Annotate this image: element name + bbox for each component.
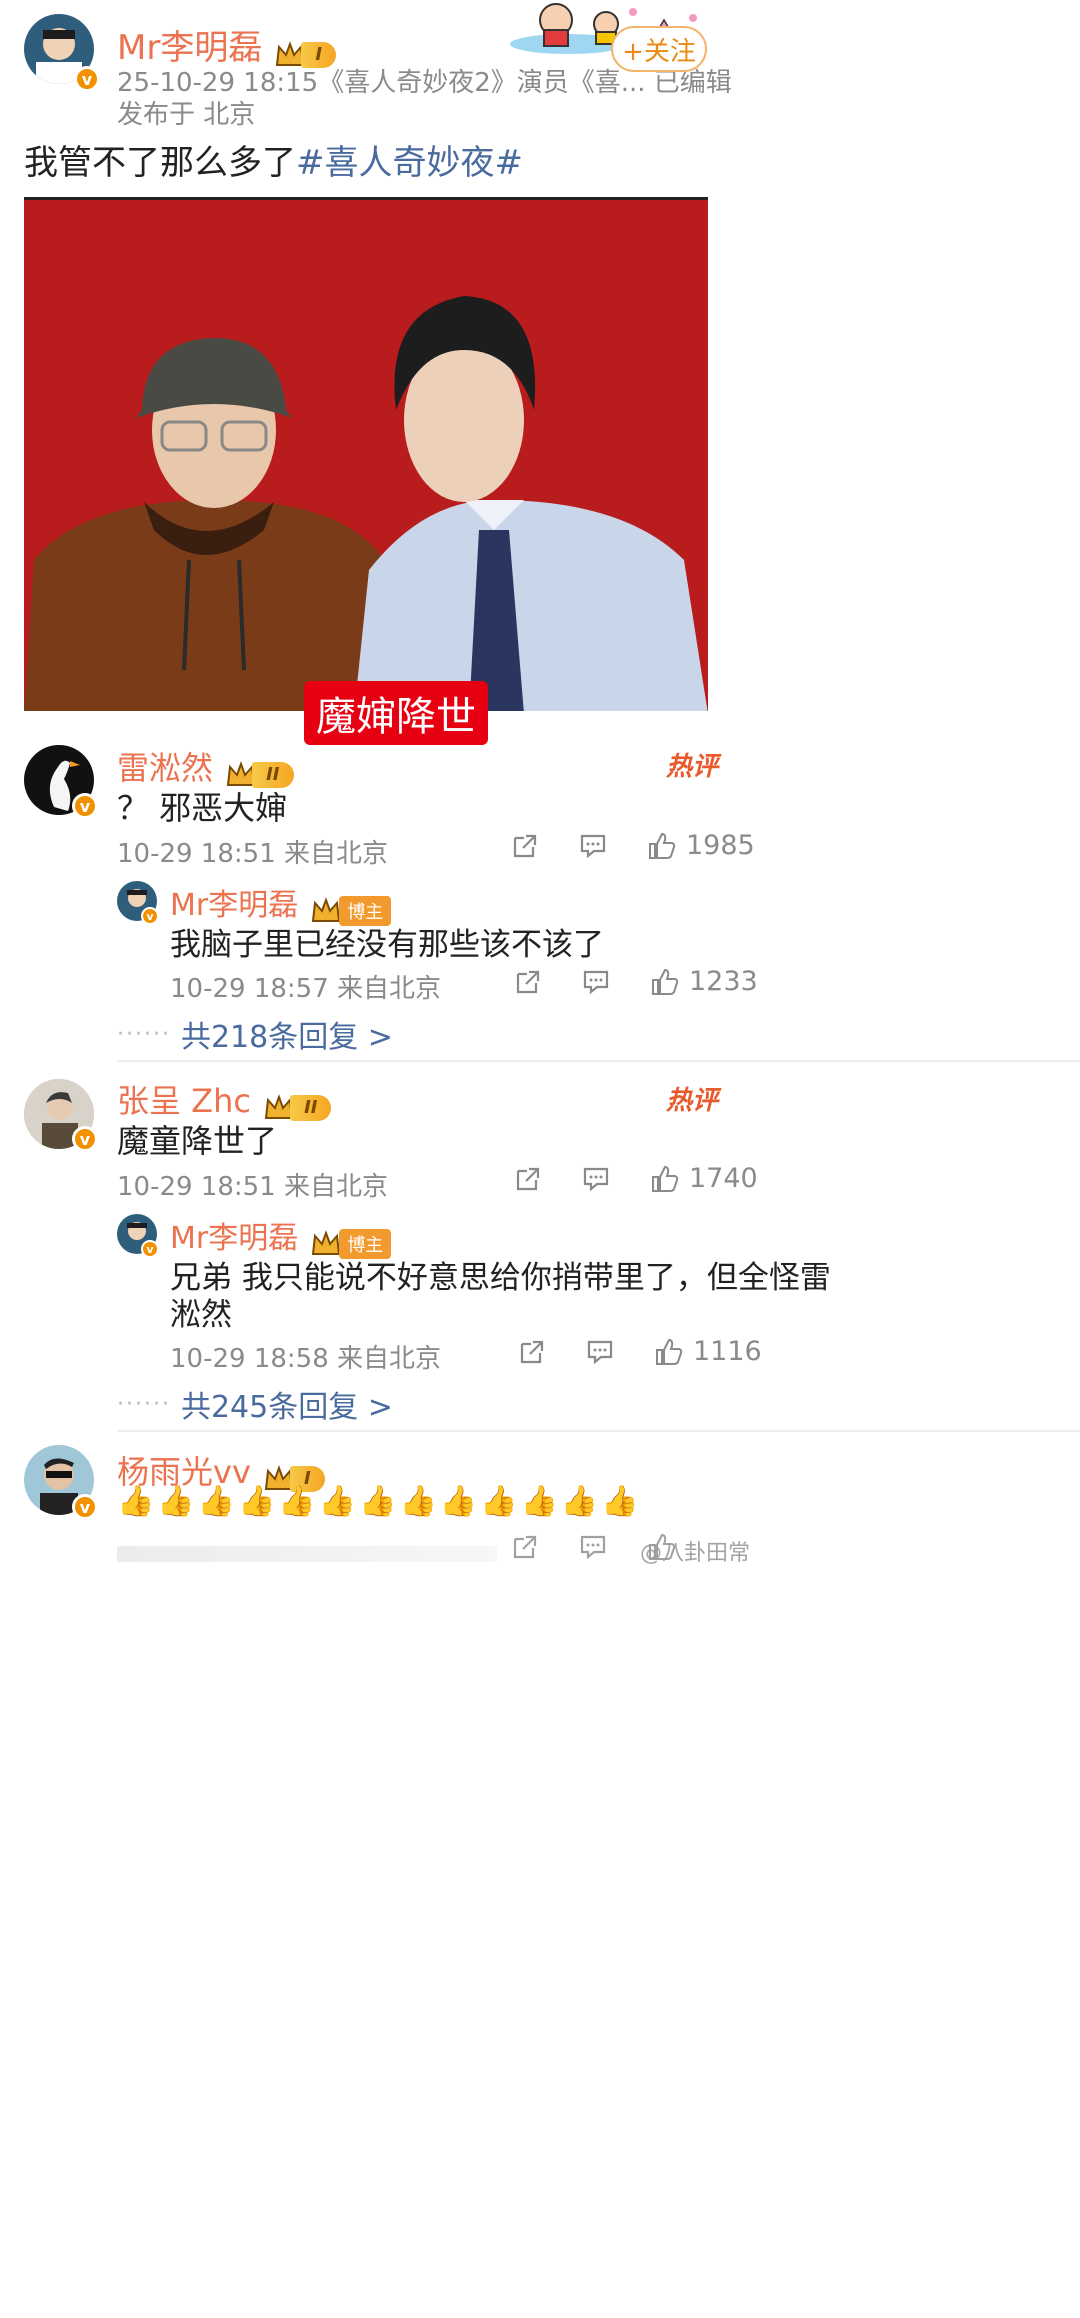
reply-text: 我脑子里已经没有那些该不该了 [170,927,604,963]
follow-button[interactable]: +关注 [611,26,707,72]
like-thumb-icon[interactable] [651,1165,679,1193]
share-icon[interactable] [515,1166,541,1192]
more-replies-row: ······ 共245条回复 > [117,1382,393,1426]
like-count: 1985 [686,830,755,861]
reply-actions: 1116 [519,1336,762,1367]
commenter-name[interactable]: 张呈 Zhc [117,1082,251,1120]
comment-divider [117,1060,1080,1062]
share-icon[interactable] [512,1534,538,1560]
reply-author-name[interactable]: Mr李明磊 [170,888,298,923]
more-replies-link[interactable]: 共218条回复 > [181,1012,393,1056]
like-thumb-icon[interactable] [651,968,679,996]
reply-time: 10-29 18:57 来自北京 [170,974,442,1004]
image-caption-text: 魔婶降世 [316,694,476,740]
watermark: @八卦田常 [640,1541,751,1566]
like-thumb-icon[interactable] [655,1338,683,1366]
like-count: 1233 [689,966,758,997]
comment-text: ？ 邪恶大婶 [117,789,288,827]
share-icon[interactable] [515,969,541,995]
more-replies-row: ······ 共218条回复 > [117,1012,393,1056]
reply-comment-icon[interactable] [587,1340,613,1364]
like-thumb-icon[interactable] [648,832,676,860]
verified-badge-icon: v [72,793,98,819]
reply-comment-icon[interactable] [583,970,609,994]
dots-divider: ······ [117,1391,171,1417]
like-count: 1116 [693,1336,762,1367]
image-caption-sticker: 魔婶降世 [304,681,488,745]
member-level: II [290,1094,332,1121]
comment-text: 魔童降世了 [117,1122,278,1160]
post-text-body: 我管不了那么多了 [24,143,296,183]
verified-badge-icon: v [72,1126,98,1152]
reply-comment-icon[interactable] [580,1535,606,1559]
verified-badge-icon: v [141,907,159,925]
comment-emoji-row: 👍👍👍👍👍👍👍👍👍👍👍👍👍 [117,1484,642,1519]
reply-comment-icon[interactable] [583,1167,609,1191]
photo-two-men-illustration [24,200,708,711]
commenter-name[interactable]: 雷淞然 [117,749,213,787]
like-count: 1740 [689,1163,758,1194]
reply-comment-icon[interactable] [580,834,606,858]
hot-comment-badge: 热评 [666,1086,719,1116]
comment-divider [117,1430,1080,1432]
post-location: 发布于 北京 [117,100,256,130]
reply-text-line-2: 淞然 [170,1297,232,1333]
post-text: 我管不了那么多了#喜人奇妙夜# [24,135,523,184]
reply-text-line-1: 兄弟 我只能说不好意思给你捎带里了，但全怪雷 [170,1260,831,1296]
reply-author-name[interactable]: Mr李明磊 [170,1221,298,1256]
reply-actions: 1233 [515,966,758,997]
share-icon[interactable] [519,1339,545,1365]
comment-actions: 1740 [515,1163,758,1194]
blurred-text-strip [117,1546,497,1562]
verified-badge-icon: v [74,66,100,92]
dots-divider: ······ [117,1021,171,1047]
share-icon[interactable] [512,833,538,859]
comment-time: 10-29 18:51 来自北京 [117,1172,389,1202]
comment-time: 10-29 18:51 来自北京 [117,839,389,869]
hashtag-link[interactable]: #喜人奇妙夜# [296,143,523,183]
more-replies-link[interactable]: 共245条回复 > [181,1382,393,1426]
reply-time: 10-29 18:58 来自北京 [170,1344,442,1374]
comment-actions: 1985 [512,830,755,861]
verified-badge-icon: v [141,1240,159,1258]
post-image[interactable] [24,197,708,711]
hot-comment-badge: 热评 [666,752,719,782]
verified-badge-icon: v [72,1494,98,1520]
empty-area [0,1568,1080,2318]
follow-label: +关注 [622,36,696,67]
